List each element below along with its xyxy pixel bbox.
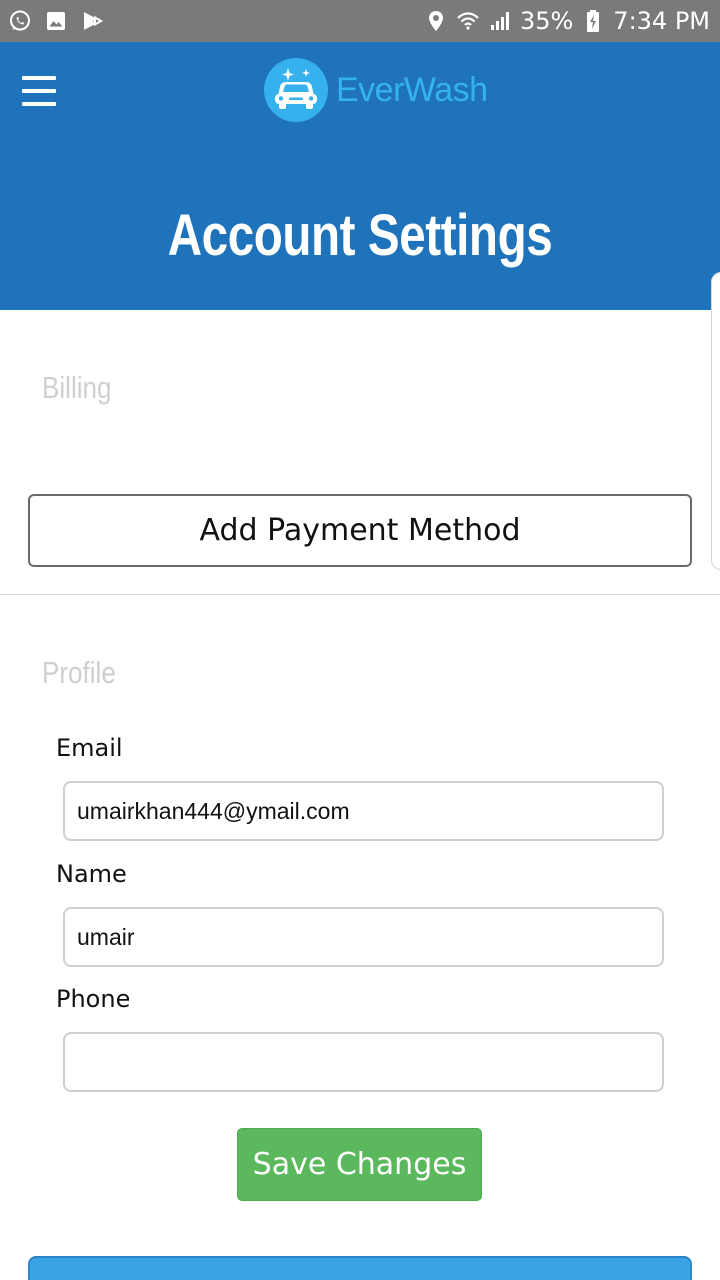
- signal-icon: [488, 9, 512, 33]
- app-header: EverWash Account Settings: [0, 42, 720, 310]
- hamburger-icon-bar: [22, 89, 56, 93]
- save-changes-button[interactable]: Save Changes: [237, 1128, 482, 1201]
- clock: 7:34 PM: [613, 7, 710, 35]
- name-input[interactable]: [63, 907, 664, 967]
- bottom-action-button[interactable]: [28, 1256, 692, 1280]
- section-divider: [0, 594, 720, 595]
- everwash-logo: EverWash: [264, 57, 488, 123]
- email-label: Email: [56, 734, 123, 762]
- whatsapp-icon: [8, 9, 32, 33]
- play-store-icon: [80, 9, 104, 33]
- status-bar: 35% 7:34 PM: [0, 0, 720, 42]
- page-title: Account Settings: [167, 203, 553, 268]
- logo-text: EverWash: [336, 70, 488, 109]
- email-input[interactable]: [63, 781, 664, 841]
- phone-input[interactable]: [63, 1032, 664, 1092]
- add-payment-method-button[interactable]: Add Payment Method: [28, 494, 692, 567]
- name-label: Name: [56, 860, 127, 888]
- menu-button[interactable]: [22, 76, 62, 106]
- gallery-icon: [44, 9, 68, 33]
- profile-section-label: Profile: [42, 655, 116, 690]
- car-wash-logo-icon: [264, 58, 328, 122]
- status-right-icons: 35% 7:34 PM: [424, 7, 710, 35]
- billing-section-label: Billing: [42, 370, 112, 405]
- location-icon: [424, 9, 448, 33]
- phone-label: Phone: [56, 985, 131, 1013]
- battery-charging-icon: [581, 9, 605, 33]
- status-left-icons: [8, 9, 104, 33]
- battery-percent: 35%: [519, 7, 574, 35]
- hamburger-icon-bar: [22, 76, 56, 80]
- hamburger-icon-bar: [22, 102, 56, 106]
- wifi-icon: [456, 9, 480, 33]
- screen: 35% 7:34 PM EverWash Account Settings Bi…: [0, 0, 720, 1280]
- side-card-edge: [711, 272, 720, 570]
